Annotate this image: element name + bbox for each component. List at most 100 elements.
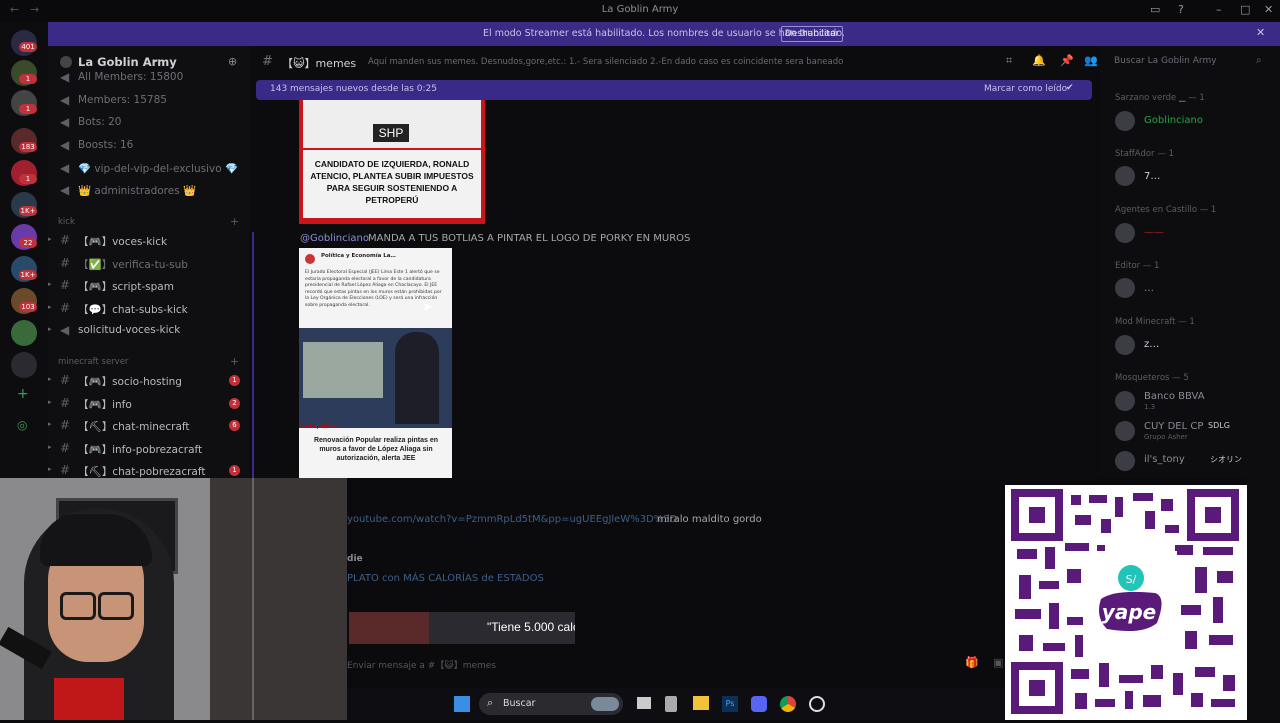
sidebar-item-verifica[interactable]: # 【✅】verifica-tu-sub xyxy=(48,254,250,274)
message-composer[interactable]: Enviar mensaje a #【😺】memes xyxy=(347,658,1005,671)
embed-source: Política y Economía La… xyxy=(321,253,396,259)
user-mention[interactable]: @Goblinciano xyxy=(300,233,369,244)
chevron-down-icon[interactable]: ⌄ xyxy=(152,55,160,65)
sidebar-item-solicitud-voces[interactable]: ▸ ◀ solicitud-voces-kick xyxy=(48,321,250,341)
avatar[interactable] xyxy=(1115,391,1135,411)
search-icon: ⌕ xyxy=(1256,55,1262,66)
member-tag: シオリン xyxy=(1210,455,1242,464)
member-name[interactable]: 7… xyxy=(1144,171,1160,182)
taskbar-search[interactable]: ⌕ Buscar xyxy=(479,693,623,715)
mark-read-button[interactable]: Marcar como leído xyxy=(984,84,1067,94)
news-brand: La República xyxy=(301,424,338,430)
maximize-button[interactable]: □ xyxy=(1240,3,1250,16)
stat-channel[interactable]: ◀ All Members: 15800 xyxy=(48,68,250,88)
member-group-title: Mosqueteros — 5 xyxy=(1115,373,1189,383)
windows-icon[interactable] xyxy=(454,696,470,712)
task-view-icon[interactable] xyxy=(637,697,651,709)
sidebar-item-script-spam[interactable]: ▸ # 【🎮】script-spam xyxy=(48,276,250,296)
server-search-input[interactable]: Buscar La Goblin Army xyxy=(1114,56,1217,66)
avatar[interactable] xyxy=(1115,451,1135,471)
sidebar-item-chat-subs-kick[interactable]: ▸ # 【💬】chat-subs-kick xyxy=(48,299,250,319)
invite-icon[interactable]: ⊕ xyxy=(228,55,237,68)
webcam-overlay xyxy=(0,478,347,720)
discord-icon[interactable] xyxy=(751,696,767,712)
member-group-title: Mod Minecraft — 1 xyxy=(1115,317,1195,327)
hash-icon: # xyxy=(60,301,71,315)
disable-streamer-button[interactable]: Deshabilitar xyxy=(781,26,843,42)
category-kick[interactable]: kick xyxy=(58,217,75,227)
stat-channel[interactable]: ◀ Members: 15785 xyxy=(48,91,250,111)
member-name[interactable]: z… xyxy=(1144,339,1159,350)
file-explorer-icon[interactable] xyxy=(693,696,709,710)
news-headline: Renovación Popular realiza pintas en mur… xyxy=(313,437,439,462)
threads-icon[interactable]: ⌗ xyxy=(1006,54,1012,68)
help-icon[interactable]: ? xyxy=(1178,3,1184,16)
speaker-icon: ◀ xyxy=(60,93,70,107)
mention-badge: 22 xyxy=(19,238,37,248)
member-name[interactable]: Goblinciano xyxy=(1144,115,1203,126)
avatar[interactable] xyxy=(1115,421,1135,441)
chevron-right-icon: ▸ xyxy=(48,375,52,383)
member-name[interactable]: … xyxy=(1144,283,1154,294)
video-title-link[interactable]: PLATO con MÁS CALORÍAS de ESTADOS xyxy=(347,573,544,584)
windows-taskbar: ⌕ Buscar Ps xyxy=(347,688,1005,720)
new-messages-bar[interactable]: 143 mensajes nuevos desde las 0:25 Marca… xyxy=(256,80,1092,100)
sidebar-item-chat-pobrezacraft[interactable]: ▸ # 【⛏】chat-pobrezacraft 1 xyxy=(48,461,250,478)
pin-icon[interactable]: 📌 xyxy=(1060,54,1074,67)
gift-icon[interactable]: 🎁 xyxy=(965,656,979,669)
add-channel-icon[interactable]: + xyxy=(230,215,239,228)
stat-channel[interactable]: ◀ Bots: 20 xyxy=(48,113,250,133)
minimize-button[interactable]: – xyxy=(1216,3,1222,16)
avatar[interactable] xyxy=(1115,335,1135,355)
photoshop-icon[interactable]: Ps xyxy=(722,696,738,712)
member-name[interactable]: —— xyxy=(1144,227,1164,238)
stat-channel[interactable]: ◀ 💎 vip-del-vip-del-exclusivo 💎 xyxy=(48,159,250,179)
add-server-icon[interactable]: + xyxy=(17,386,29,402)
unread-badge: 1 xyxy=(229,465,240,476)
member-name[interactable]: Banco BBVA xyxy=(1144,391,1205,402)
sidebar-item-chat-minecraft[interactable]: ▸ # 【⛏】chat-minecraft 6 xyxy=(48,416,250,436)
youtube-link[interactable]: youtube.com/watch?v=PzmmRpLd5tM&pp=ugUEE… xyxy=(347,514,677,525)
guild-name[interactable]: La Goblin Army xyxy=(78,55,177,69)
sidebar-item-info-pobrezacraft[interactable]: ▸ # 【🎮】info-pobrezacraft xyxy=(48,439,250,459)
chat-lower-area: youtube.com/watch?v=PzmmRpLd5tM&pp=ugUEE… xyxy=(347,478,1005,686)
mention-badge: 1 xyxy=(19,104,37,114)
member-name[interactable]: CUY DEL CP xyxy=(1144,421,1203,432)
inbox-icon[interactable]: ▭ xyxy=(1150,3,1160,16)
news-embed-image[interactable]: Política y Economía La… El Jurado Electo… xyxy=(299,248,452,480)
window-title-bar: ← → La Goblin Army ▭ ? – □ ✕ xyxy=(0,0,1280,22)
close-icon[interactable]: ✕ xyxy=(1256,26,1265,39)
category-minecraft[interactable]: minecraft server xyxy=(58,357,128,367)
sidebar-item-info[interactable]: ▸ # 【🎮】info 2 xyxy=(48,394,250,414)
message-author[interactable]: die xyxy=(347,554,363,564)
server-badge-icon xyxy=(60,56,72,68)
avatar[interactable] xyxy=(1115,278,1135,298)
member-list-icon[interactable]: 👥 xyxy=(1084,54,1098,67)
avatar[interactable] xyxy=(1115,223,1135,243)
mention-badge: 1 xyxy=(19,174,37,184)
meme-image[interactable]: SHP CANDIDATO DE IZQUIERDA, RONALD ATENC… xyxy=(299,100,485,224)
hash-icon: # xyxy=(262,54,273,69)
channel-title: 【😺】memes xyxy=(282,57,357,70)
sidebar-item-voces-kick[interactable]: ▸ # 【🎮】voces-kick xyxy=(48,231,250,251)
video-thumbnail[interactable]: "Tiene 5.000 calorías" xyxy=(349,612,575,644)
stat-channel[interactable]: ◀ 👑 administradores 👑 xyxy=(48,181,250,201)
avatar[interactable] xyxy=(1115,111,1135,131)
member-name[interactable]: il's_tony xyxy=(1144,454,1185,465)
channel-topic[interactable]: Aquí manden sus memes. Desnudos,gore,etc… xyxy=(368,57,998,67)
chrome-icon[interactable] xyxy=(780,696,796,712)
phone-link-icon[interactable] xyxy=(665,696,677,712)
app-icon[interactable] xyxy=(809,696,825,712)
stat-channel[interactable]: ◀ Boosts: 16 xyxy=(48,136,250,156)
server-icon[interactable] xyxy=(11,320,37,346)
sidebar-item-socio-hosting[interactable]: ▸ # 【🎮】socio-hosting 1 xyxy=(48,371,250,391)
avatar[interactable] xyxy=(1115,166,1135,186)
server-icon[interactable] xyxy=(11,352,37,378)
notification-bell-icon[interactable]: 🔔 xyxy=(1032,54,1046,67)
gif-icon[interactable]: ▣ xyxy=(993,656,1003,669)
member-status: Grupo Asher xyxy=(1144,433,1188,441)
close-button[interactable]: ✕ xyxy=(1264,3,1273,16)
hash-icon: # xyxy=(60,441,71,455)
explore-icon[interactable]: ◎ xyxy=(17,418,27,432)
add-channel-icon[interactable]: + xyxy=(230,355,239,368)
